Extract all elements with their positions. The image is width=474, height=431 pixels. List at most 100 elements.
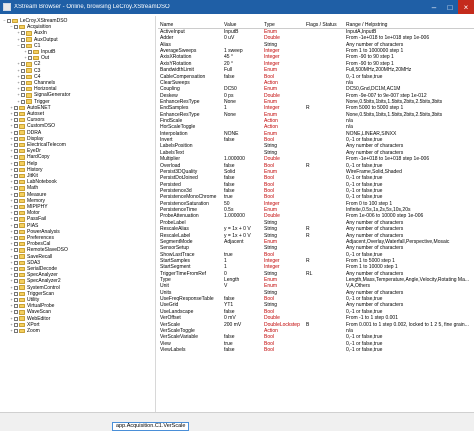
- cell-range: 0,-1 or false,true: [346, 347, 383, 353]
- property-grid: Name Value Type Flags / Status Range / H…: [158, 22, 474, 412]
- folder-icon: [26, 80, 32, 86]
- checkbox-icon[interactable]: [14, 186, 18, 191]
- checkbox-icon[interactable]: [14, 254, 18, 259]
- folder-icon: [19, 285, 25, 290]
- checkbox-icon[interactable]: [14, 149, 18, 154]
- header-name[interactable]: Name: [160, 22, 173, 29]
- checkbox-icon[interactable]: [14, 236, 18, 241]
- checkbox-icon[interactable]: [14, 291, 18, 296]
- checkbox-icon[interactable]: [14, 304, 18, 309]
- checkbox-icon[interactable]: [14, 130, 18, 135]
- folder-icon: [26, 62, 32, 67]
- checkbox-icon[interactable]: [14, 329, 18, 334]
- checkbox-icon[interactable]: [14, 267, 18, 272]
- folder-icon: [19, 229, 25, 235]
- checkbox-icon[interactable]: [21, 43, 25, 48]
- folder-icon: [19, 217, 25, 222]
- checkbox-icon[interactable]: [14, 223, 18, 228]
- table-row[interactable]: ViewLabels false Bool 0,-1 or false,true: [158, 347, 474, 353]
- folder-icon: [19, 266, 25, 272]
- folder-icon: [19, 142, 25, 148]
- checkbox-icon[interactable]: [14, 180, 18, 185]
- header-type[interactable]: Type: [264, 22, 275, 29]
- folder-icon: [19, 118, 25, 123]
- cell-value[interactable]: false: [224, 347, 264, 353]
- folder-icon: [19, 322, 25, 328]
- minimize-icon[interactable]: –: [426, 0, 442, 14]
- folder-icon: [19, 161, 25, 166]
- checkbox-icon[interactable]: [14, 174, 18, 179]
- tree-node[interactable]: + Zoom: [0, 328, 155, 334]
- checkbox-icon[interactable]: [21, 74, 25, 79]
- folder-icon: [19, 328, 25, 334]
- checkbox-icon[interactable]: [21, 99, 25, 104]
- checkbox-icon[interactable]: [14, 205, 18, 210]
- checkbox-icon[interactable]: [14, 112, 18, 117]
- folder-icon: [19, 149, 25, 154]
- folder-icon: [19, 223, 25, 228]
- checkbox-icon[interactable]: [21, 37, 25, 42]
- folder-icon: [33, 49, 39, 55]
- folder-icon: [19, 111, 25, 117]
- folder-icon: [12, 18, 18, 24]
- checkbox-icon[interactable]: [14, 211, 18, 216]
- checkbox-icon[interactable]: [21, 81, 25, 86]
- checkbox-icon[interactable]: [21, 31, 25, 36]
- checkbox-icon[interactable]: [14, 198, 18, 203]
- folder-icon: [19, 186, 25, 191]
- checkbox-icon[interactable]: [14, 316, 18, 321]
- cell-type: Bool: [264, 347, 275, 353]
- folder-icon: [19, 204, 25, 210]
- checkbox-icon[interactable]: [14, 273, 18, 278]
- folder-icon: [19, 260, 25, 266]
- checkbox-icon[interactable]: [14, 161, 18, 166]
- folder-icon: [26, 93, 32, 98]
- folder-icon: [26, 74, 32, 80]
- folder-icon: [19, 124, 25, 129]
- checkbox-icon[interactable]: [14, 248, 18, 253]
- close-icon[interactable]: ×: [458, 0, 474, 14]
- checkbox-icon[interactable]: [14, 25, 18, 30]
- checkbox-icon[interactable]: [14, 124, 18, 129]
- header-flags[interactable]: Flags / Status: [306, 22, 337, 29]
- folder-icon: [19, 254, 25, 259]
- checkbox-icon[interactable]: [14, 285, 18, 290]
- checkbox-icon[interactable]: [14, 229, 18, 234]
- checkbox-icon[interactable]: [21, 87, 25, 92]
- folder-icon: [19, 180, 25, 185]
- checkbox-icon[interactable]: [28, 56, 32, 61]
- checkbox-icon[interactable]: [14, 105, 18, 110]
- checkbox-icon[interactable]: [14, 260, 18, 265]
- header-value[interactable]: Value: [224, 22, 236, 29]
- checkbox-icon[interactable]: [14, 167, 18, 172]
- maximize-icon[interactable]: □: [442, 0, 458, 14]
- checkbox-icon[interactable]: [14, 155, 18, 160]
- checkbox-icon[interactable]: [14, 217, 18, 222]
- checkbox-icon[interactable]: [21, 93, 25, 98]
- checkbox-icon[interactable]: [14, 192, 18, 197]
- folder-icon: [26, 43, 32, 49]
- grid-header: Name Value Type Flags / Status Range / H…: [158, 22, 474, 29]
- object-tree[interactable]: − LeCroy.XStreamDSO − Acquisition + AuxIn + Aux…: [0, 16, 156, 412]
- selected-path[interactable]: app.Acquisition.C1.VerScale: [112, 422, 190, 431]
- checkbox-icon[interactable]: [14, 310, 18, 315]
- checkbox-icon[interactable]: [21, 68, 25, 73]
- folder-icon: [19, 242, 25, 247]
- checkbox-icon[interactable]: [14, 143, 18, 148]
- checkbox-icon[interactable]: [14, 136, 18, 141]
- folder-icon: [19, 279, 25, 284]
- checkbox-icon[interactable]: [28, 50, 32, 55]
- folder-icon: [19, 105, 25, 111]
- checkbox-icon[interactable]: [14, 298, 18, 303]
- checkbox-icon[interactable]: [7, 19, 11, 24]
- app-icon: [3, 3, 11, 11]
- checkbox-icon[interactable]: [14, 242, 18, 247]
- checkbox-icon[interactable]: [14, 279, 18, 284]
- checkbox-icon[interactable]: [14, 322, 18, 327]
- checkbox-icon[interactable]: [14, 118, 18, 123]
- folder-icon: [19, 297, 25, 303]
- folder-icon: [19, 273, 25, 278]
- status-bar: app.Acquisition.C1.VerScale: [0, 412, 474, 431]
- header-range[interactable]: Range / Helpstring: [346, 22, 387, 29]
- checkbox-icon[interactable]: [21, 62, 25, 67]
